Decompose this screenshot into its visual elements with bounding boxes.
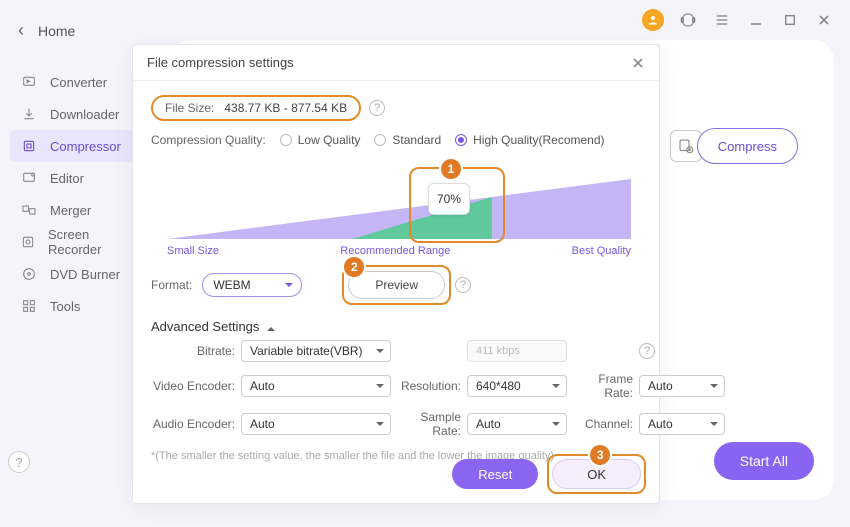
sidebar-item-editor[interactable]: Editor [10, 162, 145, 194]
sidebar-item-label: Compressor [50, 139, 121, 154]
compression-slider[interactable]: 70% Small Size Recommended Range Best Qu… [145, 163, 647, 263]
back-icon[interactable]: ‹ [18, 20, 24, 41]
maximize-icon[interactable] [780, 10, 800, 30]
advanced-settings-grid: Bitrate: Variable bitrate(VBR) 411 kbps … [133, 334, 659, 444]
bitrate-help-icon[interactable]: ? [639, 343, 655, 359]
help-icon[interactable]: ? [8, 451, 30, 473]
file-size-pill: File Size: 438.77 KB - 877.54 KB [151, 95, 361, 121]
minimize-icon[interactable] [746, 10, 766, 30]
modal-title: File compression settings [147, 55, 294, 70]
bitrate-value-input: 411 kbps [467, 340, 567, 362]
bitrate-label: Bitrate: [151, 344, 241, 358]
sidebar-item-label: Merger [50, 203, 91, 218]
sample-rate-select[interactable]: Auto [467, 413, 567, 435]
bitrate-select[interactable]: Variable bitrate(VBR) [241, 340, 391, 362]
video-encoder-select[interactable]: Auto [241, 375, 391, 397]
converter-icon [20, 73, 38, 91]
format-select[interactable]: WEBM [202, 273, 302, 297]
slider-label-right: Best Quality [572, 245, 631, 257]
sidebar-item-label: Tools [50, 299, 80, 314]
tools-icon [20, 297, 38, 315]
sidebar-item-tools[interactable]: Tools [10, 290, 145, 322]
radio-low-quality[interactable]: Low Quality [280, 133, 361, 147]
sample-rate-label: Sample Rate: [391, 410, 467, 438]
resolution-select[interactable]: 640*480 [467, 375, 567, 397]
video-encoder-label: Video Encoder: [151, 379, 241, 393]
advanced-settings-label: Advanced Settings [151, 319, 259, 334]
preview-help-icon[interactable]: ? [455, 277, 471, 293]
frame-rate-select[interactable]: Auto [639, 375, 725, 397]
file-compression-settings-modal: File compression settings File Size: 438… [132, 44, 660, 504]
file-size-value: 438.77 KB - 877.54 KB [224, 101, 347, 115]
menu-icon[interactable] [712, 10, 732, 30]
editor-icon [20, 169, 38, 187]
format-value: WEBM [213, 278, 250, 292]
radio-high-quality[interactable]: High Quality(Recomend) [455, 133, 604, 147]
annotation-badge-1: 1 [441, 159, 461, 179]
quality-label: Compression Quality: [151, 133, 266, 147]
slider-label-mid: Recommended Range [340, 245, 450, 257]
modal-close-icon[interactable] [631, 56, 645, 70]
downloader-icon [20, 105, 38, 123]
audio-encoder-label: Audio Encoder: [151, 417, 241, 431]
advanced-settings-toggle[interactable]: Advanced Settings [133, 309, 659, 334]
radio-standard-quality[interactable]: Standard [374, 133, 441, 147]
reset-button-label: Reset [478, 467, 512, 482]
modal-header: File compression settings [133, 45, 659, 81]
sidebar-item-label: DVD Burner [50, 267, 120, 282]
file-size-help-icon[interactable]: ? [369, 100, 385, 116]
start-all-button-label: Start All [740, 453, 788, 469]
close-icon[interactable] [814, 10, 834, 30]
breadcrumb[interactable]: ‹ Home [18, 20, 75, 41]
slider-labels: Small Size Recommended Range Best Qualit… [167, 245, 631, 257]
titlebar [0, 0, 850, 40]
sidebar-item-downloader[interactable]: Downloader [10, 98, 145, 130]
sidebar-item-label: Screen Recorder [48, 227, 135, 257]
sidebar-item-label: Downloader [50, 107, 119, 122]
resolution-label: Resolution: [391, 379, 467, 393]
compress-button-label: Compress [718, 139, 777, 154]
reset-button[interactable]: Reset [452, 459, 538, 489]
sidebar-item-label: Converter [50, 75, 107, 90]
sidebar-item-compressor[interactable]: Compressor [10, 130, 145, 162]
merger-icon [20, 201, 38, 219]
annotation-callout-1 [409, 167, 505, 243]
format-label: Format: [151, 278, 192, 292]
file-size-label: File Size: [165, 101, 214, 115]
channel-select[interactable]: Auto [639, 413, 725, 435]
sidebar-item-dvd-burner[interactable]: DVD Burner [10, 258, 145, 290]
compressor-icon [20, 137, 38, 155]
sidebar-item-label: Editor [50, 171, 84, 186]
support-icon[interactable] [678, 10, 698, 30]
start-all-button[interactable]: Start All [714, 442, 814, 480]
compress-button[interactable]: Compress [697, 128, 798, 164]
frame-rate-label: Frame Rate: [567, 372, 639, 400]
dvd-burner-icon [20, 265, 38, 283]
home-label: Home [38, 23, 75, 39]
audio-encoder-select[interactable]: Auto [241, 413, 391, 435]
slider-label-left: Small Size [167, 245, 219, 257]
sidebar-item-screen-recorder[interactable]: Screen Recorder [10, 226, 145, 258]
caret-up-icon [267, 323, 275, 331]
channel-label: Channel: [567, 417, 639, 431]
avatar[interactable] [642, 9, 664, 31]
screen-recorder-icon [20, 233, 36, 251]
sidebar-item-merger[interactable]: Merger [10, 194, 145, 226]
sidebar-item-converter[interactable]: Converter [10, 66, 145, 98]
